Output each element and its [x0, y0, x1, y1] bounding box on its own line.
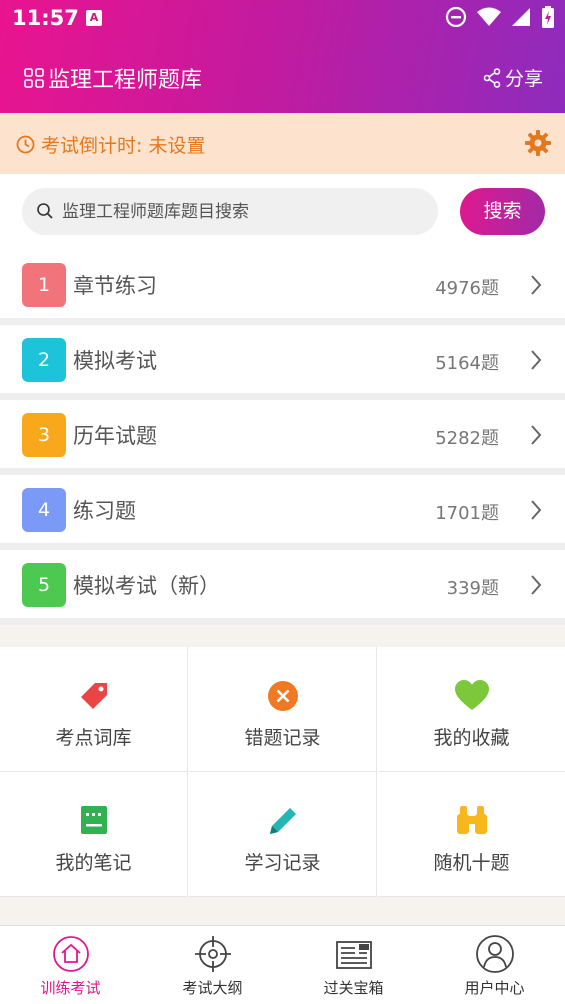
chevron-right-icon [531, 575, 542, 595]
status-bar: 11:57 A [0, 0, 565, 38]
signal-icon [512, 8, 530, 26]
category-count: 339题 [446, 578, 499, 599]
tool-label: 我的收藏 [433, 727, 510, 749]
tool-label: 我的笔记 [55, 852, 132, 874]
category-name: 模拟考试 [73, 349, 157, 373]
search-input[interactable] [62, 188, 432, 235]
category-row[interactable]: 5 模拟考试（新） 339题 [0, 550, 565, 618]
category-index-badge: 2 [22, 338, 66, 382]
category-name: 练习题 [73, 499, 136, 523]
close-circle-icon [266, 679, 300, 717]
category-row[interactable]: 1 章节练习 4976题 [0, 250, 565, 318]
tool-label: 错题记录 [244, 727, 321, 749]
app-title-group: 监理工程师题库 [24, 62, 202, 94]
row-divider [0, 318, 565, 325]
pencil-icon [266, 804, 300, 842]
category-index-badge: 4 [22, 488, 66, 532]
user-icon [475, 934, 515, 978]
tab-label: 考试大纲 [182, 979, 243, 997]
share-button[interactable]: 分享 [483, 64, 543, 91]
chevron-right-icon [531, 425, 542, 445]
status-time: 11:57 [12, 6, 79, 30]
search-icon [37, 203, 53, 219]
wifi-icon [477, 7, 501, 26]
tool-label: 随机十题 [433, 852, 510, 874]
category-count: 5164题 [435, 353, 499, 374]
category-index-badge: 1 [22, 263, 66, 307]
category-count: 1701题 [435, 503, 499, 524]
battery-icon [542, 6, 554, 28]
row-divider [0, 618, 565, 625]
category-name: 模拟考试（新） [73, 574, 220, 598]
chevron-right-icon [531, 275, 542, 295]
category-index-badge: 5 [22, 563, 66, 607]
tab-user[interactable]: 用户中心 [424, 926, 565, 1004]
page-title: 监理工程师题库 [48, 68, 203, 93]
tool-label: 考点词库 [55, 727, 132, 749]
tab-target[interactable]: 考试大纲 [142, 926, 283, 1004]
tool-tile[interactable]: 随机十题 [378, 772, 565, 897]
row-divider [0, 393, 565, 400]
tool-label: 学习记录 [244, 852, 321, 874]
home-icon [51, 934, 91, 978]
binoculars-icon [454, 804, 490, 840]
do-not-disturb-icon [445, 6, 467, 28]
category-count: 5282题 [435, 428, 499, 449]
notebook-icon [79, 804, 109, 840]
heart-icon [454, 679, 490, 717]
notification-icon: A [86, 10, 102, 26]
tool-tile[interactable]: 学习记录 [189, 772, 377, 897]
tool-grid: 考点词库 错题记录 我的收藏我的笔记 学习记录 随机十题 [0, 647, 565, 897]
row-divider [0, 543, 565, 550]
clock-icon [16, 135, 35, 154]
tool-tile[interactable]: 错题记录 [189, 647, 377, 772]
countdown-label: 考试倒计时: 未设置 [41, 135, 206, 157]
search-box[interactable] [22, 188, 438, 235]
tool-tile[interactable]: 考点词库 [0, 647, 188, 772]
tab-newspaper[interactable]: 过关宝箱 [283, 926, 424, 1004]
share-label: 分享 [504, 68, 543, 90]
category-row[interactable]: 3 历年试题 5282题 [0, 400, 565, 468]
bottom-tab-bar: 训练考试 考试大纲 过关宝箱 用户中心 [0, 925, 565, 1004]
category-name: 历年试题 [73, 424, 157, 448]
chevron-right-icon [531, 500, 542, 520]
category-row[interactable]: 2 模拟考试 5164题 [0, 325, 565, 393]
share-icon [483, 67, 501, 88]
chevron-right-icon [531, 350, 542, 370]
category-index-badge: 3 [22, 413, 66, 457]
tab-label: 过关宝箱 [323, 979, 384, 997]
newspaper-icon [334, 934, 374, 978]
category-count: 4976题 [435, 278, 499, 299]
tag-icon [77, 679, 111, 717]
tab-label: 训练考试 [40, 979, 101, 997]
gear-icon[interactable] [525, 130, 551, 156]
exam-countdown-bar[interactable]: 考试倒计时: 未设置 [0, 113, 565, 174]
grid-menu-icon[interactable] [24, 68, 44, 88]
search-button[interactable]: 搜索 [460, 188, 545, 235]
category-name: 章节练习 [73, 274, 157, 298]
tab-label: 用户中心 [464, 979, 525, 997]
tab-home[interactable]: 训练考试 [0, 926, 141, 1004]
search-area: 搜索 [0, 174, 565, 250]
tool-tile[interactable]: 我的笔记 [0, 772, 188, 897]
tool-tile[interactable]: 我的收藏 [378, 647, 565, 772]
row-divider [0, 468, 565, 475]
target-icon [193, 934, 233, 978]
category-row[interactable]: 4 练习题 1701题 [0, 475, 565, 543]
